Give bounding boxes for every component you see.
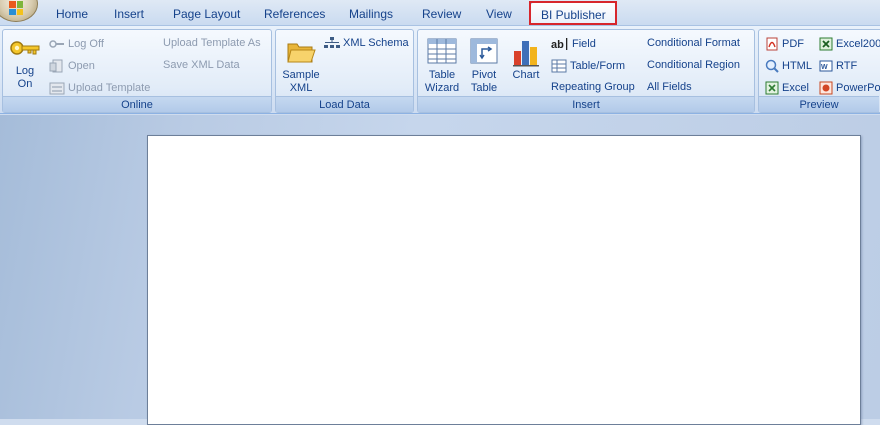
tab-view[interactable]: View bbox=[486, 7, 512, 21]
sample-xml-label-2: XML bbox=[289, 82, 313, 94]
pivot-table-label-2: Table bbox=[470, 82, 498, 94]
document-page[interactable] bbox=[147, 135, 861, 425]
html-label: HTML bbox=[782, 59, 812, 72]
preview-excel-button[interactable]: Excel bbox=[765, 81, 809, 95]
excel2000-icon bbox=[819, 37, 833, 51]
xml-schema-icon bbox=[324, 37, 340, 49]
log-off-label: Log Off bbox=[68, 37, 104, 50]
all-fields-button[interactable]: All Fields bbox=[647, 81, 692, 94]
svg-text:ab: ab bbox=[551, 39, 564, 51]
table-wizard-label-2: Wizard bbox=[424, 82, 460, 94]
table-wizard-button[interactable]: Table Wizard bbox=[422, 37, 462, 95]
upload-template-button[interactable]: Upload Template bbox=[49, 81, 150, 95]
group-preview-label: Preview bbox=[759, 96, 879, 112]
pivot-table-button[interactable]: Pivot Table bbox=[467, 37, 501, 95]
excel-icon bbox=[765, 81, 779, 95]
table-wizard-icon bbox=[427, 38, 457, 64]
svg-text:W: W bbox=[821, 64, 828, 71]
tab-page-layout[interactable]: Page Layout bbox=[173, 7, 240, 21]
tab-home[interactable]: Home bbox=[56, 7, 88, 21]
group-insert: Table Wizard Pivot Table Chart ab Field … bbox=[417, 29, 755, 113]
upload-template-as-label: Upload Template As bbox=[163, 37, 261, 49]
chart-icon bbox=[513, 41, 539, 67]
sample-xml-button[interactable]: Sample XML bbox=[279, 37, 323, 95]
preview-excel2000-button[interactable]: Excel2000 bbox=[819, 37, 880, 51]
preview-rtf-button[interactable]: W RTF bbox=[819, 59, 857, 73]
log-on-label-2: On bbox=[17, 78, 33, 90]
ribbon: Log On Log Off Open Upload Template Uplo… bbox=[0, 25, 880, 114]
tab-insert[interactable]: Insert bbox=[114, 7, 144, 21]
conditional-format-label: Conditional Format bbox=[647, 37, 740, 49]
conditional-format-button[interactable]: Conditional Format bbox=[647, 37, 740, 50]
group-online: Log On Log Off Open Upload Template Uplo… bbox=[2, 29, 272, 113]
tab-references[interactable]: References bbox=[264, 7, 325, 21]
field-icon: ab bbox=[551, 38, 568, 51]
upload-template-as-button[interactable]: Upload Template As bbox=[163, 37, 261, 50]
open-label: Open bbox=[68, 59, 95, 72]
html-icon bbox=[765, 59, 779, 73]
powerpoint-label: PowerPo bbox=[836, 81, 880, 94]
ribbon-tab-strip: Home Insert Page Layout References Maili… bbox=[0, 0, 880, 26]
key-icon bbox=[10, 41, 40, 55]
table-form-button[interactable]: Table/Form bbox=[551, 59, 625, 73]
log-on-label-1: Log bbox=[15, 65, 35, 77]
pivot-table-label-1: Pivot bbox=[471, 69, 497, 81]
excel-label: Excel bbox=[782, 81, 809, 94]
excel2000-label: Excel2000 bbox=[836, 37, 880, 50]
log-off-icon bbox=[49, 40, 64, 48]
xml-schema-button[interactable]: XML Schema bbox=[324, 37, 409, 50]
upload-template-label: Upload Template bbox=[68, 81, 151, 94]
log-on-button[interactable]: Log On bbox=[7, 38, 43, 91]
table-wizard-label-1: Table bbox=[428, 69, 456, 81]
open-icon bbox=[49, 59, 63, 73]
conditional-region-button[interactable]: Conditional Region bbox=[647, 59, 740, 72]
preview-html-button[interactable]: HTML bbox=[765, 59, 812, 73]
field-button[interactable]: ab Field bbox=[551, 37, 596, 51]
group-load-data: Sample XML XML Schema Load Data bbox=[275, 29, 414, 113]
powerpoint-icon bbox=[819, 81, 833, 95]
office-orb-icon bbox=[9, 1, 23, 15]
group-load-data-label: Load Data bbox=[276, 96, 413, 112]
rtf-icon: W bbox=[819, 60, 833, 72]
tab-review[interactable]: Review bbox=[422, 7, 461, 21]
upload-template-icon bbox=[49, 82, 65, 95]
open-button[interactable]: Open bbox=[49, 59, 95, 73]
group-preview: PDF HTML Excel Excel2000 W RTF bbox=[758, 29, 880, 113]
table-form-icon bbox=[551, 59, 567, 73]
all-fields-label: All Fields bbox=[647, 81, 692, 93]
table-form-label: Table/Form bbox=[570, 59, 626, 72]
chart-label: Chart bbox=[512, 69, 540, 81]
pivot-table-icon bbox=[470, 38, 498, 64]
tab-mailings[interactable]: Mailings bbox=[349, 7, 393, 21]
tab-highlight-box bbox=[529, 1, 617, 25]
xml-schema-label: XML Schema bbox=[343, 37, 409, 49]
group-insert-label: Insert bbox=[418, 96, 754, 112]
rtf-label: RTF bbox=[836, 59, 858, 72]
preview-pdf-button[interactable]: PDF bbox=[765, 37, 804, 51]
folder-icon bbox=[287, 43, 316, 63]
pdf-icon bbox=[766, 37, 778, 51]
save-xml-data-button[interactable]: Save XML Data bbox=[163, 59, 240, 72]
repeating-group-button[interactable]: Repeating Group bbox=[551, 81, 635, 94]
group-online-label: Online bbox=[3, 96, 271, 112]
pdf-label: PDF bbox=[782, 37, 804, 50]
repeating-group-label: Repeating Group bbox=[551, 81, 635, 93]
field-label: Field bbox=[572, 37, 596, 50]
save-xml-data-label: Save XML Data bbox=[163, 59, 240, 71]
preview-powerpoint-button[interactable]: PowerPo bbox=[819, 81, 880, 95]
chart-button[interactable]: Chart bbox=[508, 37, 544, 82]
conditional-region-label: Conditional Region bbox=[647, 59, 740, 71]
sample-xml-label-1: Sample bbox=[282, 69, 320, 81]
office-button[interactable] bbox=[0, 0, 38, 22]
log-off-button[interactable]: Log Off bbox=[49, 37, 104, 51]
